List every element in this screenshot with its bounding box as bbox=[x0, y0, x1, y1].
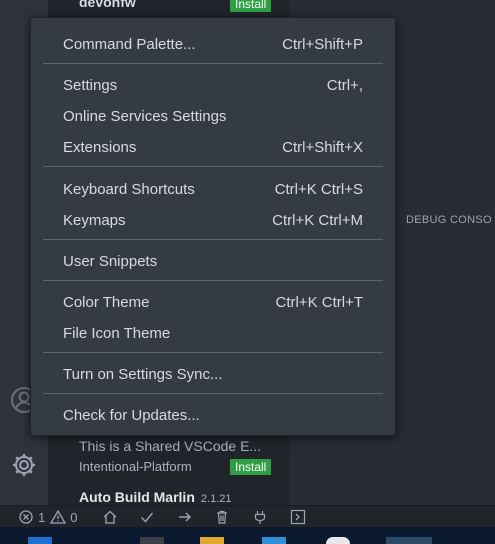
taskbar-browser-icon[interactable] bbox=[326, 537, 350, 544]
menu-item-label: Keymaps bbox=[63, 211, 126, 229]
gear-icon[interactable] bbox=[9, 450, 39, 480]
extension-name[interactable]: devonfw bbox=[79, 0, 136, 10]
arrow-right-icon[interactable] bbox=[177, 508, 193, 526]
menu-item-shortcut: Ctrl+Shift+P bbox=[282, 35, 363, 53]
home-icon[interactable] bbox=[102, 508, 118, 526]
tab-debug-console[interactable]: DEBUG CONSO bbox=[406, 214, 492, 226]
errors-count: 1 bbox=[38, 509, 46, 525]
terminal-icon[interactable] bbox=[290, 508, 306, 526]
extension-version: 2.1.21 bbox=[200, 493, 232, 505]
menu-item-shortcut: Ctrl+Shift+X bbox=[282, 138, 363, 156]
trash-icon[interactable] bbox=[214, 508, 230, 526]
warning-icon bbox=[50, 509, 67, 524]
manage-context-menu: Command Palette... Ctrl+Shift+P Settings… bbox=[30, 17, 396, 436]
menu-item-shortcut: Ctrl+K Ctrl+S bbox=[274, 180, 363, 198]
menu-item-label: File Icon Theme bbox=[63, 324, 171, 342]
taskbar-vscode-icon[interactable] bbox=[386, 537, 432, 544]
install-button[interactable]: Install bbox=[230, 0, 272, 12]
taskbar-app-icon[interactable] bbox=[140, 537, 164, 544]
menu-item-shortcut: Ctrl+K Ctrl+T bbox=[275, 293, 363, 311]
menu-item-label: Command Palette... bbox=[63, 35, 196, 53]
install-button[interactable]: Install bbox=[230, 459, 272, 475]
menu-item-user-snippets[interactable]: User Snippets bbox=[31, 247, 395, 275]
menu-item-label: Keyboard Shortcuts bbox=[63, 180, 195, 198]
menu-item-settings[interactable]: Settings Ctrl+, bbox=[31, 71, 395, 99]
taskbar bbox=[0, 527, 495, 544]
menu-item-command-palette[interactable]: Command Palette... Ctrl+Shift+P bbox=[31, 30, 395, 58]
taskbar-folder-icon[interactable] bbox=[200, 537, 224, 544]
menu-item-label: Turn on Settings Sync... bbox=[63, 365, 223, 383]
menu-item-label: Settings bbox=[63, 76, 118, 94]
menu-separator bbox=[43, 280, 383, 281]
plug-icon[interactable] bbox=[252, 508, 268, 526]
menu-item-extensions[interactable]: Extensions Ctrl+Shift+X bbox=[31, 133, 395, 161]
menu-separator bbox=[43, 166, 383, 167]
menu-item-online-services-settings[interactable]: Online Services Settings bbox=[31, 102, 395, 130]
menu-separator bbox=[43, 352, 383, 353]
menu-item-shortcut: Ctrl+, bbox=[326, 76, 363, 94]
menu-item-keyboard-shortcuts[interactable]: Keyboard Shortcuts Ctrl+K Ctrl+S bbox=[31, 175, 395, 203]
warnings-count: 0 bbox=[70, 509, 78, 525]
extension-title[interactable]: Auto Build Marlin 2.1.21 bbox=[79, 489, 231, 505]
error-icon bbox=[19, 510, 33, 524]
taskbar-app-icon[interactable] bbox=[262, 537, 286, 544]
menu-item-color-theme[interactable]: Color Theme Ctrl+K Ctrl+T bbox=[31, 288, 395, 316]
menu-item-label: Color Theme bbox=[63, 293, 150, 311]
menu-item-label: User Snippets bbox=[63, 252, 158, 270]
menu-item-label: Check for Updates... bbox=[63, 406, 200, 424]
menu-item-label: Online Services Settings bbox=[63, 107, 227, 125]
extension-description: This is a Shared VSCode E... bbox=[79, 438, 262, 454]
extension-title-text: Auto Build Marlin bbox=[79, 489, 195, 505]
menu-separator bbox=[43, 63, 383, 64]
taskbar-windows-icon[interactable] bbox=[28, 537, 52, 544]
check-icon[interactable] bbox=[139, 508, 155, 526]
menu-item-check-updates[interactable]: Check for Updates... bbox=[31, 401, 395, 429]
menu-item-label: Extensions bbox=[63, 138, 137, 156]
menu-separator bbox=[43, 393, 383, 394]
menu-item-shortcut: Ctrl+K Ctrl+M bbox=[272, 211, 363, 229]
extension-publisher[interactable]: Intentional-Platform bbox=[79, 459, 192, 474]
problems-indicator[interactable]: 1 0 bbox=[18, 508, 77, 526]
menu-item-keymaps[interactable]: Keymaps Ctrl+K Ctrl+M bbox=[31, 206, 395, 234]
menu-item-file-icon-theme[interactable]: File Icon Theme bbox=[31, 319, 395, 347]
menu-separator bbox=[43, 239, 383, 240]
menu-item-settings-sync[interactable]: Turn on Settings Sync... bbox=[31, 360, 395, 388]
status-bar: 1 0 bbox=[0, 505, 495, 527]
